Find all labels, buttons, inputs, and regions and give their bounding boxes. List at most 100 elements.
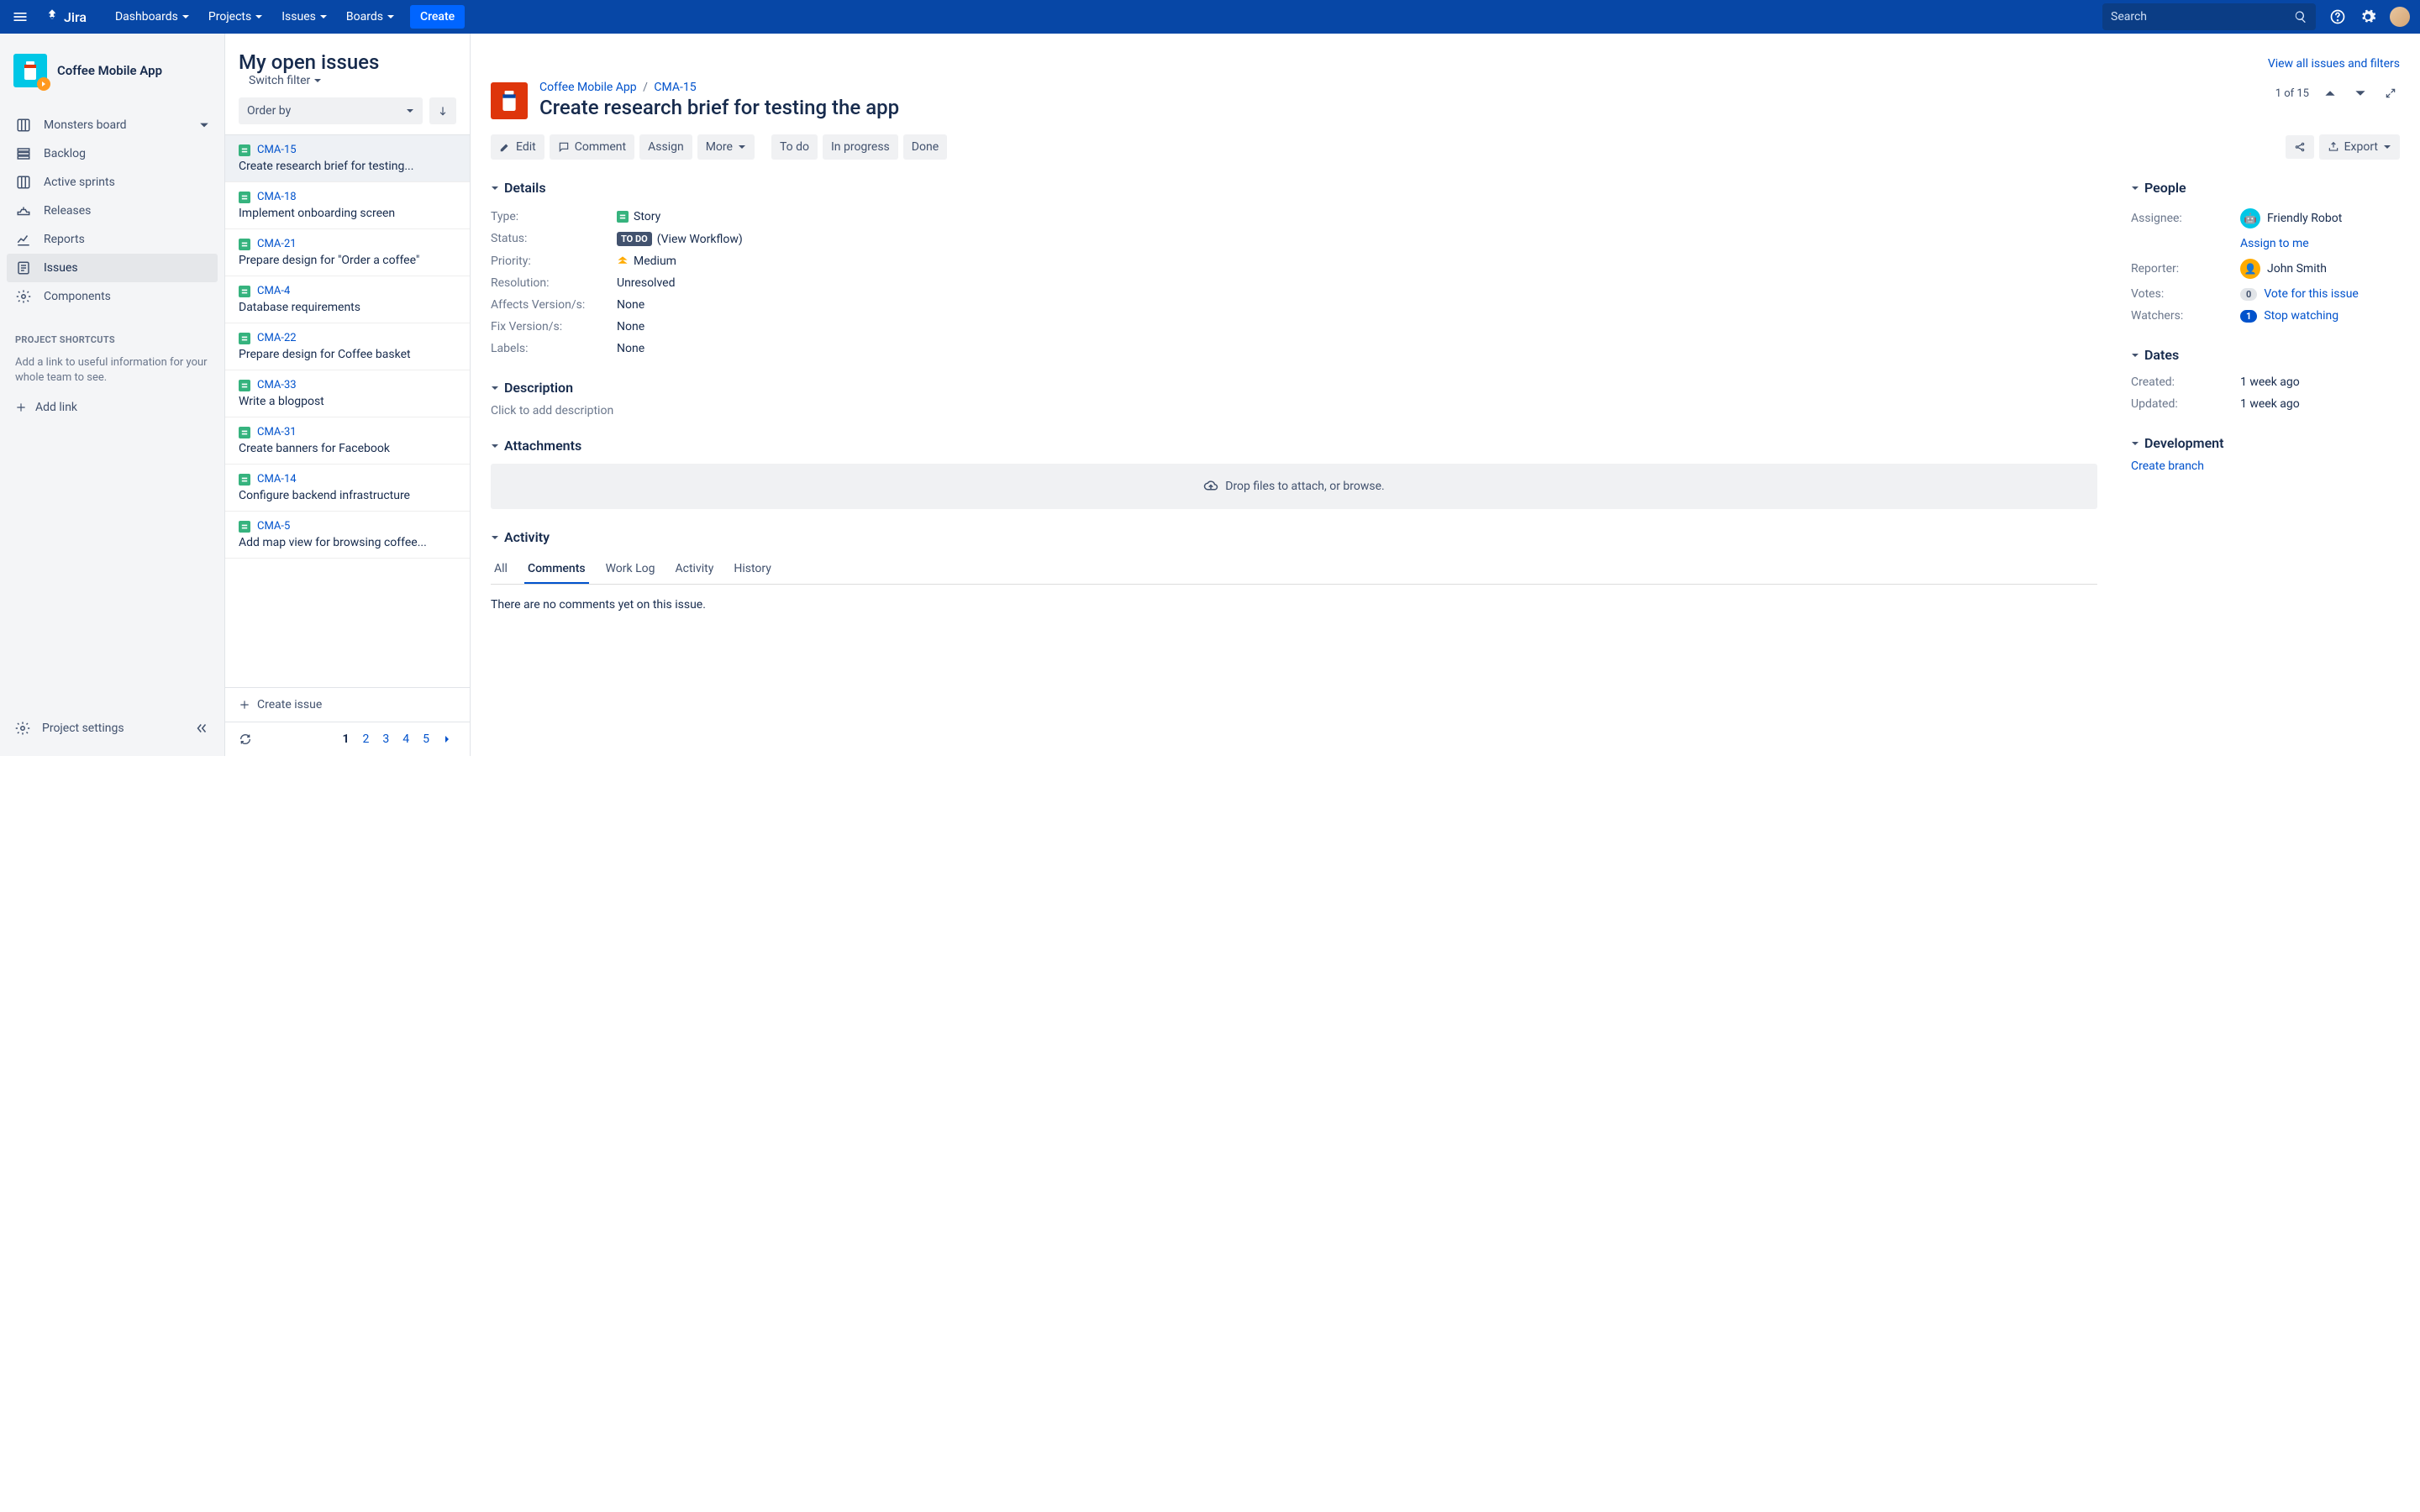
sidebar-board-item[interactable]: Monsters board	[7, 111, 218, 139]
create-issue-button[interactable]: Create issue	[225, 688, 470, 722]
page-number[interactable]: 5	[418, 731, 434, 748]
issue-summary: Prepare design for Coffee basket	[239, 348, 456, 361]
create-button[interactable]: Create	[410, 5, 465, 29]
issue-key: CMA-22	[257, 332, 297, 344]
view-workflow-link[interactable]: (View Workflow)	[657, 233, 743, 246]
issue-summary: Add map view for browsing coffee...	[239, 536, 456, 549]
issue-item[interactable]: CMA-21Prepare design for "Order a coffee…	[225, 229, 470, 276]
activity-tab[interactable]: History	[730, 555, 775, 584]
nav-issues[interactable]: Issues	[273, 5, 336, 29]
sidebar-backlog[interactable]: Backlog	[7, 139, 218, 168]
breadcrumb-key[interactable]: CMA-15	[654, 81, 696, 94]
story-icon	[239, 239, 250, 250]
development-section-header[interactable]: Development	[2131, 435, 2400, 451]
issue-item[interactable]: CMA-33Write a blogpost	[225, 370, 470, 417]
sidebar-components[interactable]: Components	[7, 282, 218, 311]
priority-medium-icon	[617, 255, 629, 267]
issue-key: CMA-21	[257, 238, 297, 250]
issue-item[interactable]: CMA-31Create banners for Facebook	[225, 417, 470, 465]
page-number[interactable]: 1	[337, 731, 354, 748]
activity-section-header[interactable]: Activity	[491, 529, 2097, 545]
dates-section-header[interactable]: Dates	[2131, 347, 2400, 363]
export-button[interactable]: Export	[2319, 134, 2400, 160]
status-todo-button[interactable]: To do	[771, 134, 818, 160]
plus-icon	[15, 402, 27, 413]
issue-project-icon	[491, 82, 528, 119]
search-input[interactable]	[2111, 10, 2294, 24]
issue-item[interactable]: CMA-18Implement onboarding screen	[225, 182, 470, 229]
comment-button[interactable]: Comment	[550, 134, 634, 160]
switch-filter[interactable]: Switch filter	[249, 74, 322, 87]
chevron-down-icon	[2383, 143, 2391, 151]
nav-boards[interactable]: Boards	[338, 5, 403, 29]
next-issue-button[interactable]	[2351, 84, 2370, 102]
chevron-down-icon	[491, 384, 499, 392]
people-section-header[interactable]: People	[2131, 180, 2400, 196]
issue-item[interactable]: CMA-5Add map view for browsing coffee...	[225, 512, 470, 559]
nav-projects[interactable]: Projects	[200, 5, 271, 29]
reporter-avatar: 👤	[2240, 259, 2260, 279]
order-by-dropdown[interactable]: Order by	[239, 97, 423, 124]
collapse-icon[interactable]	[194, 721, 209, 736]
search-box[interactable]	[2102, 3, 2316, 30]
sidebar-issues[interactable]: Issues	[7, 254, 218, 282]
view-all-link[interactable]: View all issues and filters	[2268, 57, 2400, 71]
page-number[interactable]: 3	[377, 731, 394, 748]
story-icon	[239, 192, 250, 203]
share-button[interactable]	[2286, 135, 2314, 159]
assignee-value: 🤖Friendly Robot	[2240, 208, 2400, 228]
watchers-count: 1	[2240, 310, 2257, 323]
assign-to-me-link[interactable]: Assign to me	[2240, 237, 2309, 250]
issue-item[interactable]: CMA-4Database requirements	[225, 276, 470, 323]
breadcrumb-project[interactable]: Coffee Mobile App	[539, 81, 637, 94]
project-header[interactable]: Coffee Mobile App	[7, 47, 218, 94]
nav-dashboards[interactable]: Dashboards	[107, 5, 198, 29]
activity-tab[interactable]: Comments	[524, 555, 589, 584]
add-link-button[interactable]: Add link	[7, 394, 218, 421]
story-icon	[239, 286, 250, 297]
sprints-icon	[15, 175, 32, 190]
share-icon	[2294, 141, 2306, 153]
components-icon	[15, 289, 32, 304]
status-done-button[interactable]: Done	[903, 134, 947, 160]
export-icon	[2328, 141, 2339, 153]
sidebar-active-sprints[interactable]: Active sprints	[7, 168, 218, 197]
user-avatar[interactable]	[2390, 7, 2410, 27]
assign-button[interactable]: Assign	[639, 134, 692, 160]
status-inprogress-button[interactable]: In progress	[823, 134, 898, 160]
vote-link[interactable]: Vote for this issue	[2264, 287, 2359, 301]
stop-watching-link[interactable]: Stop watching	[2264, 309, 2338, 323]
page-number[interactable]: 2	[358, 731, 375, 748]
edit-button[interactable]: Edit	[491, 134, 544, 160]
story-icon	[239, 333, 250, 344]
created-label: Created:	[2131, 375, 2240, 389]
jira-logo[interactable]: Jira	[44, 8, 87, 25]
sidebar-reports[interactable]: Reports	[7, 225, 218, 254]
issue-item[interactable]: CMA-22 Prepare design for Coffee basket	[225, 323, 470, 370]
sort-direction-button[interactable]	[429, 97, 456, 124]
attachment-dropzone[interactable]: Drop files to attach, or browse.	[491, 464, 2097, 509]
project-settings[interactable]: Project settings	[15, 721, 124, 736]
activity-tab[interactable]: Work Log	[602, 555, 659, 584]
description-placeholder[interactable]: Click to add description	[491, 404, 2097, 417]
sidebar-releases[interactable]: Releases	[7, 197, 218, 225]
details-section-header[interactable]: Details	[491, 180, 2097, 196]
description-section-header[interactable]: Description	[491, 380, 2097, 396]
reporter-label: Reporter:	[2131, 262, 2240, 276]
prev-issue-button[interactable]	[2321, 84, 2339, 102]
activity-tab[interactable]: All	[491, 555, 511, 584]
hamburger-icon[interactable]	[10, 7, 30, 27]
page-number[interactable]: 4	[397, 731, 414, 748]
issue-item[interactable]: CMA-15Create research brief for testing.…	[225, 135, 470, 182]
more-button[interactable]: More	[697, 134, 755, 160]
search-icon	[2294, 10, 2307, 24]
attachments-section-header[interactable]: Attachments	[491, 438, 2097, 454]
refresh-icon[interactable]	[239, 732, 252, 746]
next-page[interactable]	[438, 733, 456, 745]
expand-icon[interactable]	[2381, 84, 2400, 102]
issue-item[interactable]: CMA-14Configure backend infrastructure	[225, 465, 470, 512]
help-icon[interactable]	[2329, 8, 2346, 25]
settings-icon[interactable]	[2360, 8, 2376, 25]
activity-tab[interactable]: Activity	[672, 555, 718, 584]
create-branch-link[interactable]: Create branch	[2131, 459, 2204, 473]
